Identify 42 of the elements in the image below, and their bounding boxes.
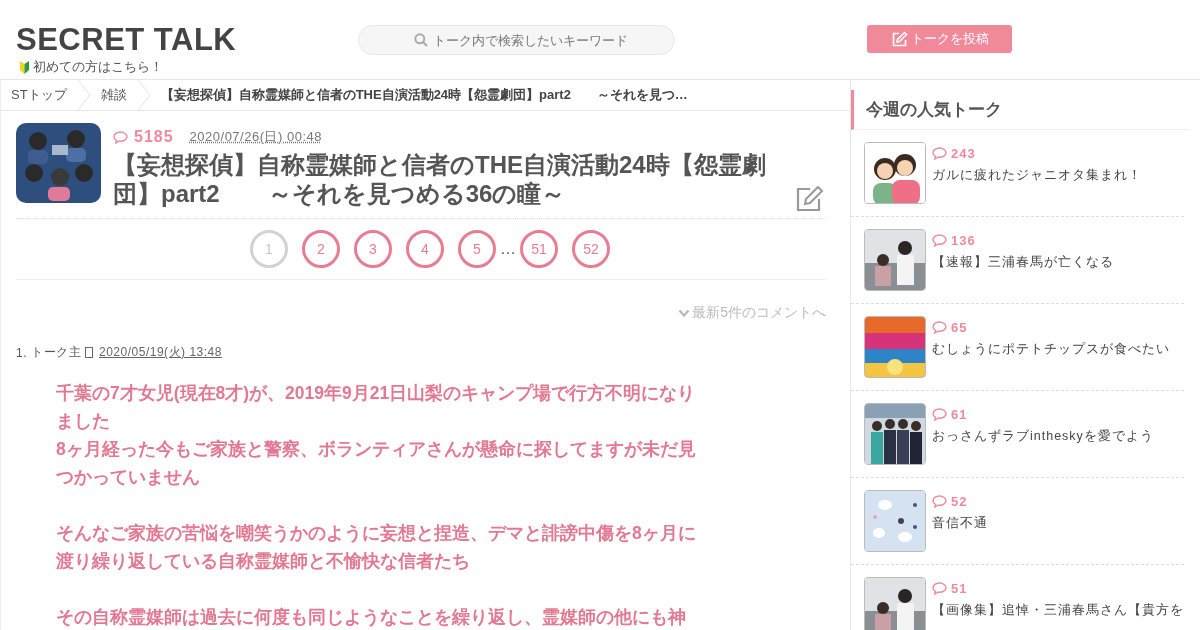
comment-text: 千葉の7才女児(現在8才)が、2019年9月21日山梨のキャンプ場で行方不明になりました: [56, 382, 697, 433]
comment-count: 61: [951, 407, 968, 422]
search-icon: [414, 33, 428, 47]
comment-icon: [932, 234, 947, 247]
comment-icon: [932, 147, 947, 160]
comment-text: その自称霊媒師は過去に何度も同じようなことを繰り返し、霊媒師の他にも神: [56, 606, 687, 629]
talk-title-link[interactable]: 【速報】三浦春馬が亡くなる: [932, 254, 1114, 271]
comment-icon: [932, 408, 947, 421]
chevron-down-icon: [678, 308, 691, 318]
talk-title-link[interactable]: むしょうにポテトチップスが食べたい: [932, 341, 1170, 358]
comment-count: 243: [951, 146, 976, 161]
edit-icon: [890, 30, 908, 48]
comment-number: 1.: [16, 345, 27, 360]
search-field[interactable]: トーク内で検索したいキーワード: [358, 25, 675, 55]
talk-title-link[interactable]: 【画像集】追悼・三浦春馬さん【貴方を: [932, 602, 1184, 619]
comment-count: 5185: [134, 128, 174, 146]
thread-title: 【妄想探偵】自称霊媒師と信者のTHE自演活動24時【怨霊劇団】part2 ～それを見つめる36の瞳～: [113, 150, 767, 208]
beginner-mark-icon: [19, 60, 30, 74]
comment-icon: [113, 130, 128, 144]
comment-icon: [932, 321, 947, 334]
comment-author: トーク主: [31, 344, 81, 361]
talk-title-link[interactable]: 音信不通: [932, 515, 988, 532]
comment-count: 136: [951, 233, 976, 248]
pagination-ellipsis: …: [500, 240, 516, 258]
comment-count: 65: [951, 320, 968, 335]
comment-icon: [932, 495, 947, 508]
square-icon: [85, 347, 93, 358]
breadcrumb-link[interactable]: STトップ: [1, 86, 77, 104]
edit-icon[interactable]: [796, 186, 824, 212]
comment-count: 51: [951, 581, 968, 596]
comment-icon: [932, 582, 947, 595]
post-date: 2020/07/26(日) 00:48: [189, 128, 322, 146]
comment-date: 2020/05/19(火) 13:48: [99, 344, 222, 361]
breadcrumb-link[interactable]: 雑談: [90, 86, 137, 104]
beginner-link[interactable]: 初めての方はこちら！: [33, 58, 163, 76]
talk-title-link[interactable]: おっさんずラブintheskyを愛でよう: [932, 428, 1154, 445]
comment-text: 8ヶ月経った今もご家族と警察、ボランティアさんが懸命に探してますが未だ見つかっていません: [56, 438, 697, 489]
site-logo[interactable]: SECRET TALK: [16, 22, 358, 58]
talk-title-link[interactable]: ガルに疲れたジャニオタ集まれ！: [932, 167, 1142, 184]
comment-text: そんなご家族の苦悩を嘲笑うかのように妄想と捏造、デマと誹謗中傷を8ヶ月に渡り繰り返している自称霊媒師と不愉快な信者たち: [56, 522, 697, 573]
section-heading: 今週の人気トーク: [851, 90, 1190, 130]
comment-count: 52: [951, 494, 968, 509]
